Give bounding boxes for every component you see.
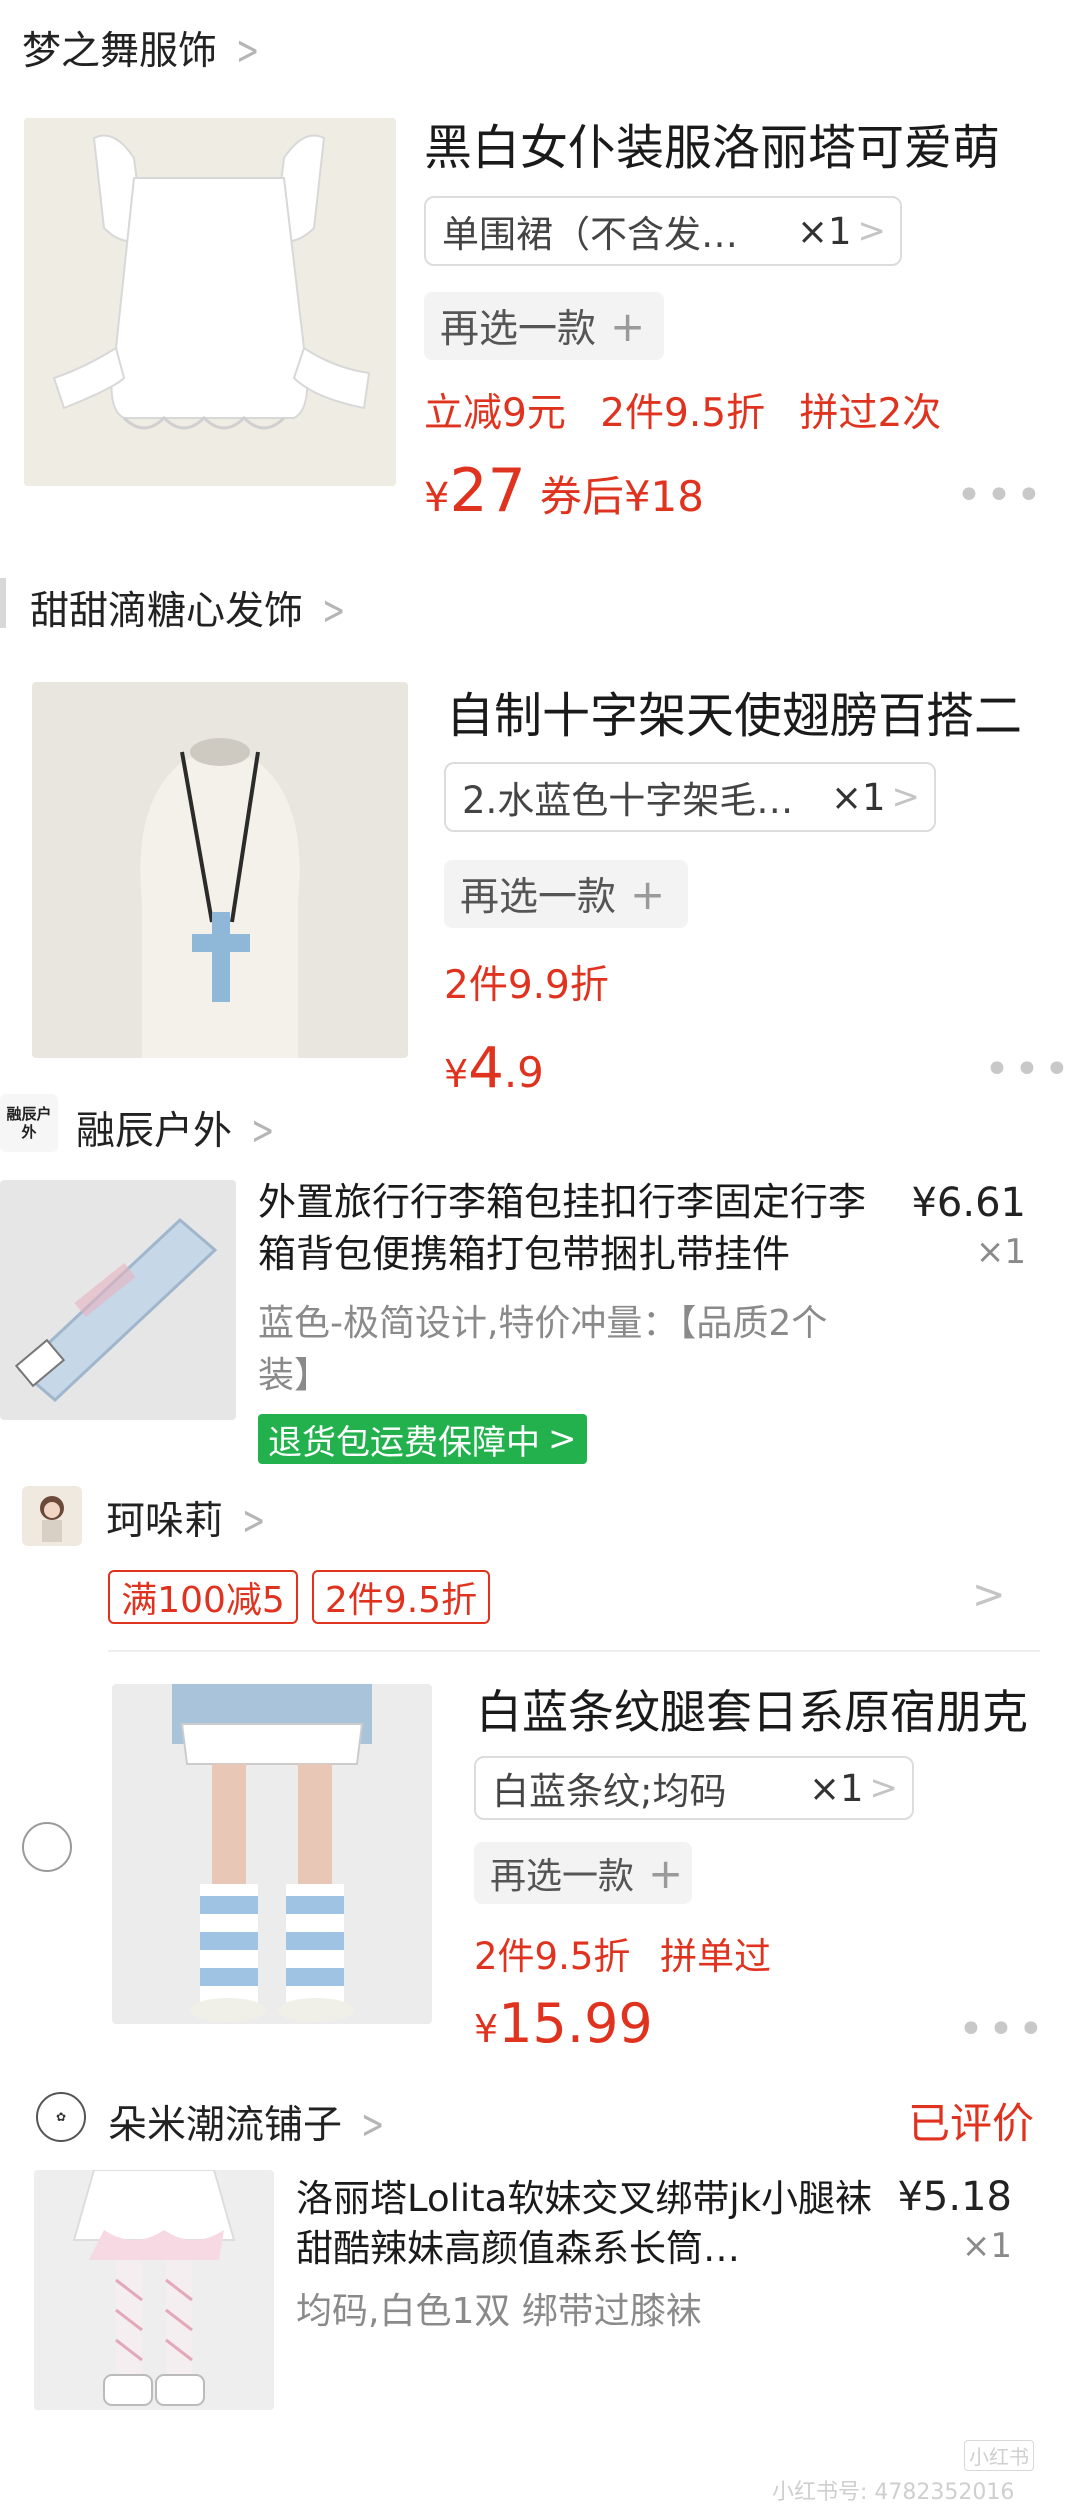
price-integer: 4: [468, 1036, 504, 1101]
price: ¥27 券后¥18: [424, 456, 704, 526]
currency-symbol: ¥: [444, 1052, 469, 1096]
sku-text: 单围裙（不含发…: [442, 213, 738, 256]
more-options-icon[interactable]: •••: [984, 1044, 1074, 1095]
badge-label: 退货包运费保障中: [268, 1422, 540, 1463]
return-shipping-badge[interactable]: 退货包运费保障中 >: [258, 1414, 587, 1464]
product-image-stockings[interactable]: [34, 2170, 274, 2410]
sku-spec: 蓝色-极简设计,特价冲量：【品质2个装】: [258, 1303, 828, 1396]
chevron-right-icon: >: [869, 1768, 899, 1808]
chevron-right-icon: >: [548, 1419, 577, 1459]
quantity: ×1: [796, 209, 852, 253]
avatar[interactable]: [22, 1486, 82, 1546]
chevron-right-icon: >: [236, 28, 260, 74]
store-logo-mark: ✿: [55, 2110, 67, 2124]
chevron-right-icon: >: [251, 1108, 275, 1154]
price-value: 15.99: [498, 1992, 653, 2055]
product-image-apron[interactable]: [24, 118, 396, 486]
chevron-right-icon: >: [891, 777, 921, 817]
reselect-label: 再选一款: [490, 1856, 635, 1897]
plus-icon: +: [648, 1848, 684, 1898]
price: ¥5.18: [897, 2174, 1012, 2220]
divider: [108, 1650, 1040, 1652]
quantity: ×1: [830, 775, 886, 819]
chevron-right-icon: >: [322, 588, 346, 634]
watermark-text: 小红书号: 4782352016: [772, 2480, 1015, 2505]
sku-spec: 均码,白色1双 绑带过膝袜: [296, 2291, 702, 2332]
reselect-button[interactable]: 再选一款 +: [474, 1842, 692, 1904]
sku-text: 2.水蓝色十字架毛…: [462, 779, 794, 822]
product-title[interactable]: 黑白女仆装服洛丽塔可爱萌: [424, 108, 1064, 178]
store-header-5[interactable]: 朵米潮流铺子 >: [108, 2094, 390, 2150]
watermark-logo: 小红书: [964, 2440, 1034, 2471]
chevron-right-icon: >: [857, 211, 887, 251]
product-image-necklace[interactable]: [32, 682, 408, 1058]
sku-selector[interactable]: 2.水蓝色十字架毛… ×1 >: [444, 762, 936, 832]
currency-symbol: ¥: [424, 475, 450, 521]
order-status: 已评价: [907, 2099, 1034, 2148]
store-header-2[interactable]: 甜甜滴糖心发饰 >: [30, 580, 351, 636]
plus-icon: +: [610, 301, 646, 351]
sku-selector[interactable]: 单围裙（不含发… ×1 >: [424, 196, 902, 266]
quantity: ×1: [975, 1232, 1026, 1272]
price: ¥15.99: [474, 1992, 653, 2055]
store-header-1[interactable]: 梦之舞服饰 >: [22, 20, 265, 76]
product-image-leg-warmers[interactable]: [112, 1684, 432, 2024]
price: ¥6.61: [911, 1180, 1026, 1226]
chevron-right-icon: >: [242, 1498, 266, 1544]
store-promo-tag[interactable]: 满100减5: [108, 1570, 298, 1624]
coupon-price: 券后¥18: [539, 472, 704, 521]
promo-tag: 2件9.9折: [444, 963, 609, 1008]
product-image-strap[interactable]: [0, 1180, 236, 1420]
price-value: 27: [449, 456, 526, 526]
promo-line: 立减9元 2件9.5折 拼过2次: [424, 382, 941, 438]
store-name: 朵米潮流铺子: [108, 2103, 343, 2148]
reselect-button[interactable]: 再选一款 +: [444, 860, 688, 928]
promo-tag: 拼单过: [660, 1935, 772, 1978]
sku-selector[interactable]: 白蓝条纹;均码 ×1 >: [474, 1756, 914, 1820]
more-options-icon[interactable]: •••: [956, 470, 1046, 521]
product-title[interactable]: 外置旅行行李箱包挂扣行李固定行李箱背包便携箱打包带捆扎带挂件: [258, 1176, 898, 1280]
reselect-label: 再选一款: [440, 307, 597, 352]
reselect-button[interactable]: 再选一款 +: [424, 292, 664, 360]
chevron-right-icon: >: [361, 2102, 385, 2148]
promo-tag: 拼过2次: [799, 391, 942, 436]
product-title[interactable]: 洛丽塔Lolita软妹交叉绑带jk小腿袜甜酷辣妹高颜值森系长筒…: [296, 2174, 886, 2278]
store-promo-tag[interactable]: 2件9.5折: [312, 1570, 490, 1624]
store-logo: ✿: [36, 2092, 86, 2142]
more-options-icon[interactable]: •••: [958, 2004, 1048, 2055]
select-checkbox[interactable]: [22, 1822, 72, 1872]
store-name: 珂哚莉: [106, 1499, 224, 1544]
sku-text: 白蓝条纹;均码: [492, 1770, 727, 1813]
reselect-label: 再选一款: [460, 875, 617, 920]
product-title[interactable]: 自制十字架天使翅膀百搭二: [446, 676, 1066, 746]
promo-tag: 2件9.5折: [474, 1935, 631, 1978]
promo-tag: 立减9元: [424, 391, 566, 436]
store-header-4[interactable]: 珂哚莉 >: [106, 1490, 271, 1546]
quantity: ×1: [961, 2226, 1012, 2266]
store-name: 甜甜滴糖心发饰: [30, 589, 304, 634]
product-title[interactable]: 白蓝条纹腿套日系原宿朋克: [476, 1676, 1066, 1742]
price: ¥4.9: [444, 1036, 544, 1101]
promo-tag: 2件9.5折: [600, 391, 766, 436]
divider: [0, 578, 6, 628]
store-name: 梦之舞服饰: [22, 29, 218, 74]
quantity: ×1: [808, 1766, 864, 1810]
store-logo: 融辰户外: [0, 1094, 58, 1152]
store-name: 融辰户外: [76, 1109, 233, 1154]
chevron-right-icon[interactable]: >: [972, 1572, 1006, 1618]
plus-icon: +: [630, 869, 666, 919]
price-decimal: .9: [503, 1048, 544, 1097]
promo-line: 2件9.5折 拼单过: [474, 1926, 771, 1980]
currency-symbol: ¥: [474, 2007, 499, 2051]
store-header-3[interactable]: 融辰户外 >: [76, 1100, 280, 1156]
